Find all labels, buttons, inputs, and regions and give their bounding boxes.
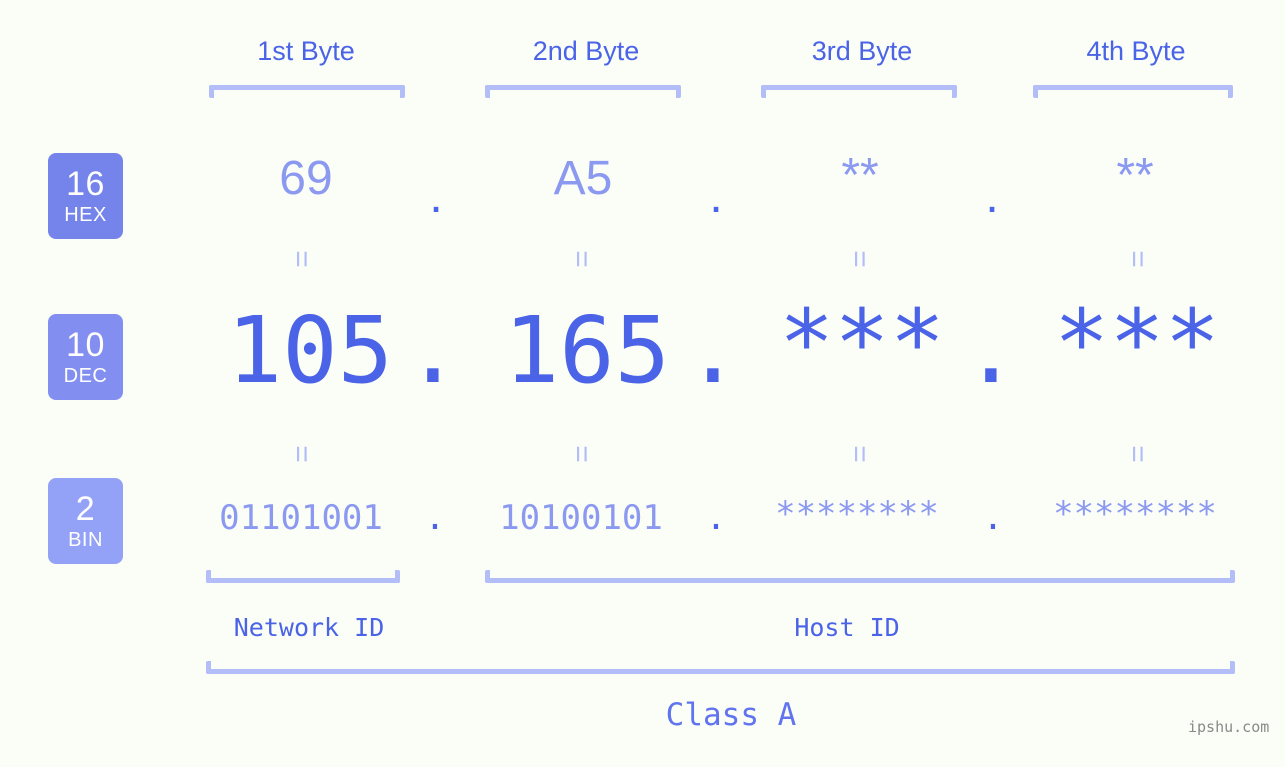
radix-badge-bin: 2 BIN [48, 478, 123, 564]
bin-byte-value-3: ******** [775, 494, 939, 534]
dec-byte-value-4: *** [1053, 290, 1221, 397]
watermark-ipshu: ipshu.com [1188, 718, 1270, 736]
network-id-label: Network ID [233, 613, 385, 642]
radix-badge-bin-number: 2 [75, 490, 96, 528]
equals-icon-dec-bin-3: = [843, 445, 876, 463]
byte-header-label-4: 4th Byte [1086, 36, 1186, 66]
equals-icon-dec-bin-4: = [1121, 445, 1154, 463]
ip-byte-diagram: 1st Byte 2nd Byte 3rd Byte 4th Byte 16 H… [0, 0, 1285, 767]
byte-header-label-1: 1st Byte [257, 36, 355, 66]
dec-separator-3: . [963, 297, 1019, 404]
radix-badge-bin-name: BIN [68, 529, 103, 551]
byte-bracket-top-1 [209, 85, 405, 98]
hex-byte-value-1: 69 [279, 152, 333, 205]
dec-byte-value-1: 105 [226, 297, 394, 404]
radix-badge-dec: 10 DEC [48, 314, 123, 400]
radix-badge-hex: 16 HEX [48, 153, 123, 239]
equals-icon-hex-dec-4: = [1121, 250, 1154, 268]
hex-byte-value-2: A5 [553, 152, 613, 205]
bin-byte-value-1: 01101001 [219, 498, 383, 538]
equals-icon-dec-bin-2: = [565, 445, 598, 463]
radix-badge-dec-name: DEC [63, 365, 108, 387]
hex-separator-3: . [985, 170, 999, 223]
byte-bracket-top-3 [761, 85, 957, 98]
hex-separator-1: . [429, 170, 443, 223]
bin-separator-1: . [424, 498, 446, 538]
radix-badge-hex-number: 16 [66, 165, 105, 203]
bin-separator-2: . [705, 498, 727, 538]
host-id-label: Host ID [794, 613, 900, 642]
radix-badge-dec-number: 10 [66, 326, 105, 364]
radix-badge-hex-name: HEX [64, 204, 107, 226]
bin-byte-value-2: 10100101 [499, 498, 663, 538]
hex-byte-value-3: ** [841, 149, 879, 202]
byte-bracket-top-2 [485, 85, 681, 98]
dec-byte-value-2: 165 [503, 297, 671, 404]
hex-byte-value-4: ** [1116, 149, 1154, 202]
bin-byte-value-4: ******** [1053, 494, 1217, 534]
byte-bracket-top-4 [1033, 85, 1233, 98]
byte-header-label-2: 2nd Byte [532, 36, 640, 66]
dec-byte-value-3: *** [778, 290, 946, 397]
equals-icon-dec-bin-1: = [285, 445, 318, 463]
equals-icon-hex-dec-1: = [285, 250, 318, 268]
dec-separator-1: . [405, 297, 461, 404]
class-label: Class A [665, 697, 797, 733]
class-bracket [206, 661, 1235, 674]
host-id-bracket [485, 570, 1235, 583]
network-id-bracket [206, 570, 400, 583]
dec-separator-2: . [685, 297, 741, 404]
equals-icon-hex-dec-2: = [565, 250, 598, 268]
equals-icon-hex-dec-3: = [843, 250, 876, 268]
hex-separator-2: . [709, 170, 723, 223]
bin-separator-3: . [982, 498, 1004, 538]
byte-header-label-3: 3rd Byte [811, 36, 913, 66]
